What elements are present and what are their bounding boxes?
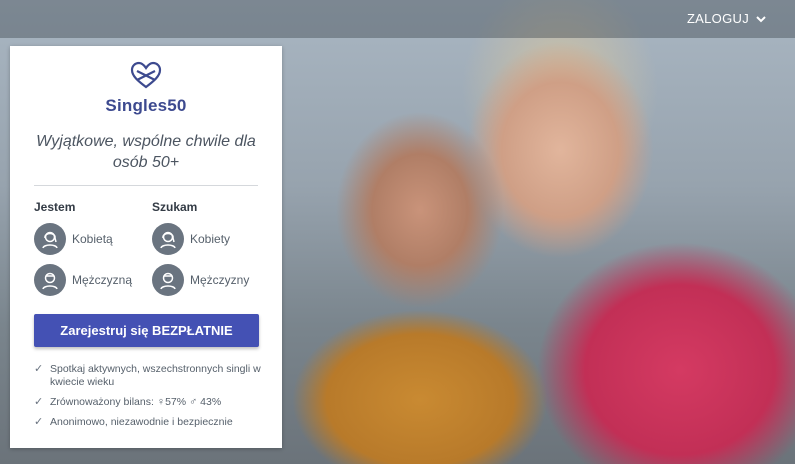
man-avatar-icon <box>34 264 66 296</box>
seeking-women-option[interactable]: Kobiety <box>152 223 230 255</box>
list-item: ✓ Anonimowo, niezawodnie i bezpiecznie <box>34 416 270 429</box>
i-am-label: Jestem <box>34 200 76 214</box>
i-am-woman-option[interactable]: Kobietą <box>34 223 113 255</box>
benefits-list: ✓ Spotkaj aktywnych, wszechstronnych sin… <box>34 363 270 436</box>
benefit-text: Anonimowo, niezawodnie i bezpiecznie <box>50 416 233 428</box>
male-symbol-icon: ♂ <box>189 396 198 408</box>
female-percentage: 57% <box>165 396 187 408</box>
list-item: ✓ Zrównoważony bilans: ♀57% ♂ 43% <box>34 396 270 409</box>
divider <box>34 185 258 186</box>
benefit-text: Spotkaj aktywnych, wszechstronnych singl… <box>50 363 261 388</box>
woman-avatar-icon <box>152 223 184 255</box>
checkmark-icon: ✓ <box>34 416 44 428</box>
registration-card: Singles50 Wyjątkowe, wspólne chwile dla … <box>10 46 282 448</box>
i-am-man-label: Mężczyzną <box>72 273 133 287</box>
seeking-men-label: Mężczyzny <box>190 273 250 287</box>
login-button[interactable]: ZALOGUJ <box>687 11 767 26</box>
man-avatar-icon <box>152 264 184 296</box>
seeking-men-option[interactable]: Mężczyzny <box>152 264 249 296</box>
chevron-down-icon <box>756 15 766 22</box>
seeking-women-label: Kobiety <box>190 232 231 246</box>
female-symbol-icon: ♀ <box>156 396 166 408</box>
woman-avatar-icon <box>34 223 66 255</box>
headline: Wyjątkowe, wspólne chwile dla osób 50+ <box>36 133 256 171</box>
benefit-text: Zrównoważony bilans: ♀57% ♂ 43% <box>50 396 221 409</box>
list-item: ✓ Spotkaj aktywnych, wszechstronnych sin… <box>34 363 270 389</box>
balance-label: Zrównoważony bilans: <box>50 396 154 408</box>
checkmark-icon: ✓ <box>34 396 44 408</box>
intertwined-hearts-icon <box>130 61 162 89</box>
seeking-label: Szukam <box>152 200 198 214</box>
male-percentage: 43% <box>200 396 222 408</box>
brand-logo[interactable]: Singles50 <box>10 60 282 116</box>
brand-name: Singles50 <box>105 96 187 115</box>
i-am-man-option[interactable]: Mężczyzną <box>34 264 132 296</box>
checkmark-icon: ✓ <box>34 363 44 375</box>
top-bar <box>0 0 795 38</box>
register-free-button[interactable]: Zarejestruj się BEZPŁATNIE <box>34 314 259 347</box>
i-am-woman-label: Kobietą <box>72 232 113 246</box>
login-label: ZALOGUJ <box>686 11 749 26</box>
